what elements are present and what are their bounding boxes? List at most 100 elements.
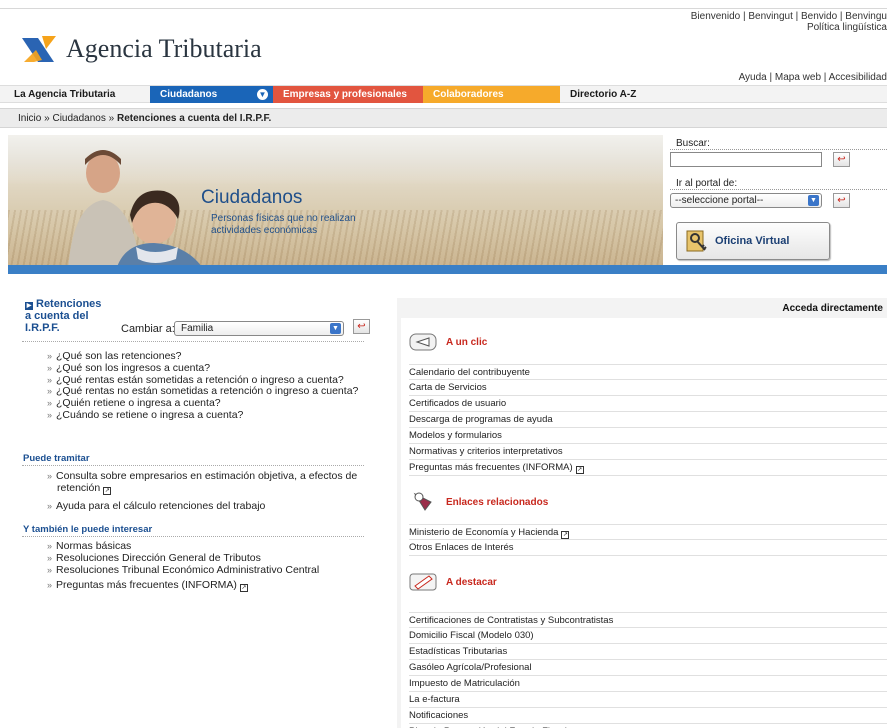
nav-tab-directorio[interactable]: Directorio A-Z <box>560 86 660 103</box>
interes-text: Resoluciones Tribunal Económico Administ… <box>56 563 320 576</box>
divider <box>670 149 887 150</box>
main-navigation: La Agencia Tributaria Ciudadanos ▼ Empres… <box>0 85 887 103</box>
direct-link-text: Preguntas más frecuentes (INFORMA) <box>409 462 573 473</box>
direct-access-panel: Acceda directamente A un clic Calendario… <box>397 298 887 728</box>
banner-blue-bar <box>8 265 887 274</box>
direct-link[interactable]: Plan de Prevención del Fraude Fiscal <box>409 724 887 728</box>
direct-link[interactable]: Impuesto de Matriculación <box>409 676 887 692</box>
key-icon <box>686 230 707 252</box>
oficina-virtual-button[interactable]: Oficina Virtual <box>676 222 830 260</box>
nav-tab-colaboradores[interactable]: Colaboradores <box>423 86 560 103</box>
select-arrow-icon: ▼ <box>330 323 341 334</box>
direct-link[interactable]: Notificaciones <box>409 708 887 724</box>
tramitar-text: Ayuda para el cálculo retenciones del tr… <box>56 499 266 512</box>
group-label: Enlaces relacionados <box>446 497 549 508</box>
direct-link[interactable]: Ministerio de Economía y Hacienda ↗ <box>409 524 887 540</box>
change-to-value: Familia <box>181 323 214 334</box>
tramitar-link-continued[interactable]: retención ↗ <box>47 481 357 495</box>
breadcrumb-section[interactable]: Ciudadanos <box>52 113 105 124</box>
tramitar-text: Consulta sobre empresarios en estimación… <box>56 470 358 482</box>
divider <box>22 536 364 537</box>
external-link-icon: ↗ <box>575 466 584 474</box>
language-policy-link[interactable]: Política lingüística <box>691 22 887 33</box>
page-title-line: I.R.P.F. <box>25 322 60 334</box>
nav-tab-label: Ciudadanos <box>160 89 218 100</box>
bullet-icon: » <box>47 374 53 385</box>
interes-text: Normas básicas <box>56 540 132 552</box>
interes-link[interactable]: » Preguntas más frecuentes (INFORMA) ↗ <box>47 579 319 593</box>
page-title: ▶ Retenciones a cuenta del I.R.P.F. <box>25 298 101 334</box>
bullet-icon: » <box>47 471 53 481</box>
nav-tab-empresas[interactable]: Empresas y profesionales <box>273 86 423 103</box>
search-label: Buscar: <box>676 138 710 149</box>
direct-link[interactable]: Normativas y criterios interpretativos <box>409 444 887 460</box>
direct-link[interactable]: Otros Enlaces de Interés <box>409 540 887 556</box>
breadcrumb-separator: » <box>108 113 115 124</box>
nav-tab-ciudadanos[interactable]: Ciudadanos ▼ <box>150 86 273 103</box>
arrow-icon: ↩ <box>837 195 846 206</box>
utility-links[interactable]: Ayuda | Mapa web | Accesibilidad <box>739 72 887 83</box>
breadcrumb-current: Retenciones a cuenta del I.R.P.F. <box>116 113 272 124</box>
question-text: ¿Qué son los ingresos a cuenta? <box>56 361 211 374</box>
divider <box>22 341 364 342</box>
search-input[interactable] <box>670 152 822 167</box>
direct-link[interactable]: Estadísticas Tributarias <box>409 644 887 660</box>
portal-go-button[interactable]: ↩ <box>833 193 850 208</box>
change-to-go-button[interactable]: ↩ <box>353 319 370 334</box>
direct-link[interactable]: Descarga de programas de ayuda <box>409 412 887 428</box>
page-title-line: Retenciones <box>36 298 102 310</box>
bullet-icon: » <box>47 541 53 551</box>
direct-link[interactable]: Gasóleo Agrícola/Profesional <box>409 660 887 676</box>
direct-link[interactable]: Domicilio Fiscal (Modelo 030) <box>409 628 887 644</box>
question-text: ¿Quién retiene o ingresa a cuenta? <box>56 397 221 410</box>
question-link[interactable]: » ¿Cuándo se retiene o ingresa a cuenta? <box>47 409 358 422</box>
nav-tab-agencia[interactable]: La Agencia Tributaria <box>4 86 150 103</box>
direct-link[interactable]: Certificados de usuario <box>409 396 887 412</box>
external-link-icon: ↗ <box>239 584 248 593</box>
direct-link[interactable]: Modelos y formularios <box>409 428 887 444</box>
interes-text: Preguntas más frecuentes (INFORMA) <box>56 579 237 592</box>
direct-link[interactable]: La e-factura <box>409 692 887 708</box>
page-title-line: a cuenta del <box>25 310 89 322</box>
arrow-icon: ↩ <box>357 321 366 332</box>
external-link-icon: ↗ <box>103 486 112 495</box>
direct-link[interactable]: Carta de Servicios <box>409 380 887 396</box>
portal-select[interactable]: --seleccione portal-- ▼ <box>670 193 822 208</box>
interes-text: Resoluciones Dirección General de Tribut… <box>56 551 261 564</box>
welcome-text[interactable]: Bienvenido | Benvingut | Benvido | Benvi… <box>691 11 887 22</box>
hero-banner: Ciudadanos Personas físicas que no reali… <box>8 135 663 265</box>
top-divider <box>0 8 887 9</box>
direct-link[interactable]: Preguntas más frecuentes (INFORMA) ↗ <box>409 460 887 476</box>
links-icon <box>413 492 432 511</box>
tramitar-link[interactable]: » Ayuda para el cálculo retenciones del t… <box>47 499 357 513</box>
select-arrow-icon: ▼ <box>808 195 819 206</box>
breadcrumb-separator: » <box>44 113 50 124</box>
question-text: ¿Qué rentas están sometidas a retención … <box>56 373 344 386</box>
oficina-virtual-label: Oficina Virtual <box>715 235 790 247</box>
bullet-icon: » <box>47 580 53 591</box>
direct-link-text: Ministerio de Economía y Hacienda <box>409 527 559 538</box>
direct-access-heading: Acceda directamente <box>782 303 883 314</box>
direct-link[interactable]: Calendario del contribuyente <box>409 364 887 380</box>
hero-subtitle-line: actividades económicas <box>211 225 318 236</box>
group-label: A destacar <box>446 577 497 588</box>
direct-link[interactable]: Certificaciones de Contratistas y Subcon… <box>409 612 887 628</box>
language-links[interactable]: Bienvenido | Benvingut | Benvido | Benvi… <box>691 11 887 33</box>
interes-link[interactable]: » Resoluciones Tribunal Económico Adminis… <box>47 563 320 577</box>
change-to-select[interactable]: Familia ▼ <box>174 321 344 336</box>
breadcrumb-home[interactable]: Inicio <box>18 113 41 124</box>
logo-mark-icon <box>22 36 56 62</box>
hero-subtitle-line: Personas físicas que no realizan <box>211 213 356 224</box>
chevron-down-icon[interactable]: ▼ <box>257 89 268 100</box>
nav-tab-label: Directorio A-Z <box>570 89 637 100</box>
bullet-icon: » <box>47 362 53 373</box>
tramitar-title: Puede tramitar <box>23 453 90 464</box>
external-link-icon: ↗ <box>561 531 570 539</box>
tramitar-text: retención <box>57 481 101 494</box>
portal-select-value: --seleccione portal-- <box>675 195 764 206</box>
group-label: A un clic <box>446 337 488 348</box>
arrow-icon: ↩ <box>837 154 846 165</box>
hero-person-woman-image <box>117 190 201 265</box>
agencia-tributaria-logo[interactable]: Agencia Tributaria <box>20 32 262 66</box>
search-go-button[interactable]: ↩ <box>833 152 850 167</box>
